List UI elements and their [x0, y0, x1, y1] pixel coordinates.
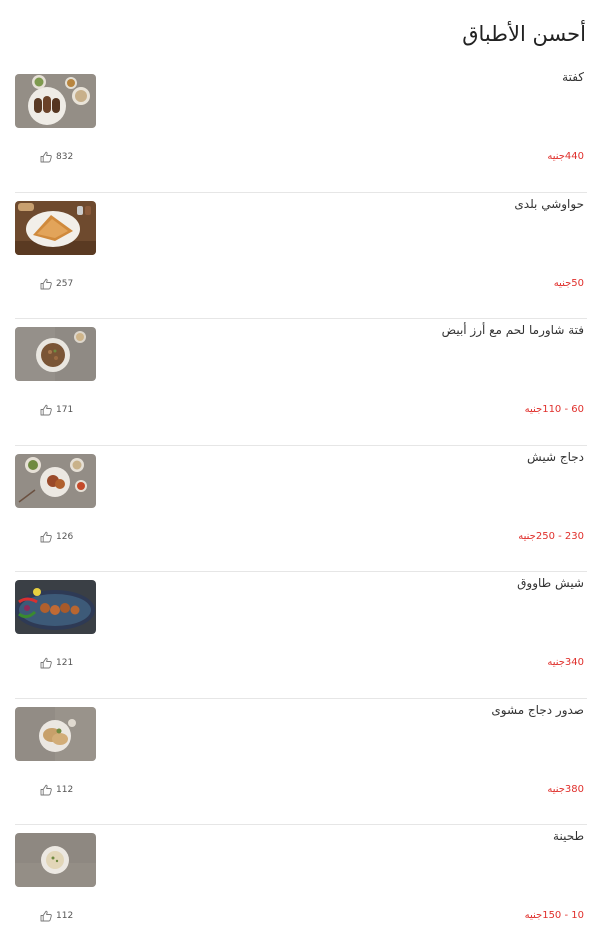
likes-count: 121 [56, 658, 74, 668]
likes-counter[interactable]: 121 [40, 657, 73, 669]
dish-price: 10 - 150جنيه [524, 910, 584, 921]
dish-image[interactable] [15, 74, 96, 128]
likes-count: 126 [56, 531, 74, 542]
section-title: أحسن الأطباق [462, 22, 586, 46]
dish-item[interactable]: دجاج شيش 230 - 250جنيه 126 [15, 446, 587, 572]
thumbs-up-icon [40, 784, 52, 795]
dish-price: 230 - 250جنيه [518, 530, 584, 542]
dish-image[interactable] [15, 327, 96, 381]
thumbs-up-icon [40, 910, 52, 922]
dish-price: 440جنيه [547, 151, 584, 162]
dish-name[interactable]: حواوشي بلدى [514, 197, 584, 211]
dish-price: 50جنيه [553, 277, 584, 289]
dish-item[interactable]: طحينة 10 - 150جنيه 112 [15, 825, 587, 952]
thumbs-up-icon [40, 278, 52, 289]
thumbs-up-icon [40, 404, 52, 416]
likes-count: 171 [56, 405, 74, 415]
dish-price: 380جنيه [547, 783, 584, 795]
dish-name[interactable]: صدور دجاج مشوى [491, 703, 584, 717]
dish-price: 340جنيه [547, 657, 584, 668]
likes-counter[interactable]: 126 [40, 531, 73, 543]
thumbs-up-icon [40, 657, 52, 669]
dish-image[interactable] [15, 706, 96, 761]
dish-item[interactable]: فتة شاورما لحم مع أرز أبيض 60 - 110جنيه … [15, 319, 587, 446]
dish-name[interactable]: كفتة [562, 70, 584, 84]
dish-price: 60 - 110جنيه [524, 404, 584, 415]
likes-count: 832 [56, 152, 74, 162]
dish-item[interactable]: صدور دجاج مشوى 380جنيه 112 [15, 699, 587, 825]
dish-image[interactable] [15, 453, 96, 508]
likes-counter[interactable]: 112 [40, 784, 73, 796]
likes-count: 112 [56, 911, 74, 921]
likes-counter[interactable]: 171 [40, 404, 73, 416]
likes-count: 257 [56, 278, 74, 289]
likes-counter[interactable]: 257 [40, 278, 73, 290]
dish-name[interactable]: فتة شاورما لحم مع أرز أبيض [442, 323, 584, 337]
thumbs-up-icon [40, 151, 52, 163]
dish-list: كفتة 440جنيه 832 حواوشي بلدى 50جنيه 257 … [15, 66, 587, 952]
dish-item[interactable]: حواوشي بلدى 50جنيه 257 [15, 193, 587, 319]
likes-counter[interactable]: 832 [40, 151, 73, 163]
dish-item[interactable]: شيش طاووق 340جنيه 121 [15, 572, 587, 699]
dish-image[interactable] [15, 833, 96, 887]
dish-item[interactable]: كفتة 440جنيه 832 [15, 66, 587, 193]
dish-name[interactable]: دجاج شيش [527, 450, 584, 464]
dish-image[interactable] [15, 200, 96, 255]
likes-counter[interactable]: 112 [40, 910, 73, 922]
dish-name[interactable]: طحينة [553, 829, 584, 843]
dish-image[interactable] [15, 580, 96, 634]
likes-count: 112 [56, 784, 74, 795]
thumbs-up-icon [40, 531, 52, 542]
dish-name[interactable]: شيش طاووق [517, 576, 584, 590]
